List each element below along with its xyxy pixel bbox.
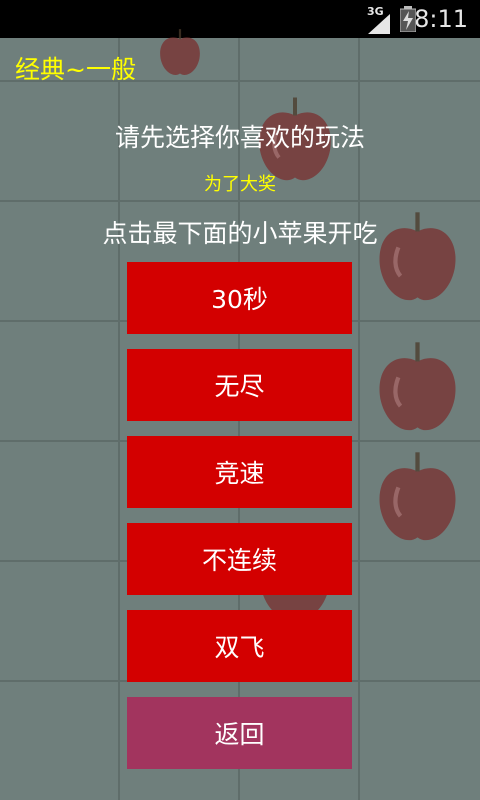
grid-line (0, 200, 480, 202)
mode-title: 经典~一般 (15, 55, 136, 84)
mode-discontinuous-button[interactable]: 不连续 (127, 523, 352, 595)
instruction-prize: 为了大奖 (204, 174, 276, 195)
apple-icon (379, 452, 456, 541)
back-button[interactable]: 返回 (127, 697, 352, 769)
apple-icon (160, 29, 200, 76)
instruction-choose-mode: 请先选择你喜欢的玩法 (114, 123, 365, 152)
mode-race-button[interactable]: 竞速 (127, 436, 352, 508)
signal-icon (368, 14, 394, 38)
mode-30-seconds-button[interactable]: 30秒 (127, 262, 352, 334)
apple-icon (379, 342, 456, 431)
instruction-tap-bottom-apple: 点击最下面的小苹果开吃 (102, 219, 378, 248)
mode-double-button[interactable]: 双飞 (127, 610, 352, 682)
clock: 8:11 (414, 5, 468, 33)
mode-endless-button[interactable]: 无尽 (127, 349, 352, 421)
status-bar: 3G 8:11 (0, 0, 480, 38)
